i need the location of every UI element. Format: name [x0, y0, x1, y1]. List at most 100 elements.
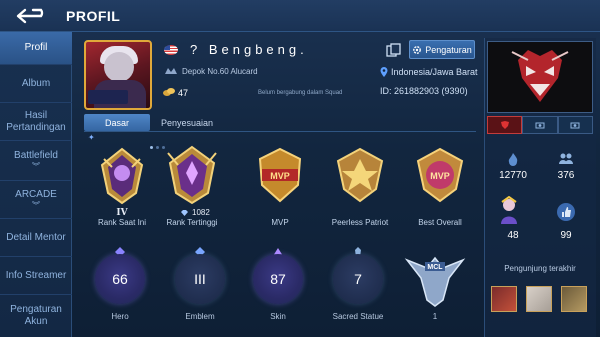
patriot-medal-icon: [336, 147, 384, 203]
sidebar-item-arcade[interactable]: ARCADE ︾: [0, 181, 72, 219]
sidebar-item-label: Hasil Pertandingan: [6, 109, 66, 133]
sidebar-item-profil[interactable]: Profil: [0, 32, 72, 65]
camera-icon: [570, 122, 580, 129]
mcl-wing-icon: MCL: [404, 256, 466, 307]
stat-hero[interactable]: 66: [95, 254, 145, 304]
rank-mini-icon: [165, 68, 177, 74]
like-icon: [557, 203, 575, 221]
hero-stat-value: 48: [507, 230, 519, 241]
emblem-thumbnails: [487, 116, 593, 134]
mythic-glory-icon: [167, 145, 217, 205]
diamond-icon: [181, 209, 188, 216]
sidebar-item-label: Album: [21, 77, 51, 89]
settings-button-label: Pengaturan: [425, 44, 472, 55]
sidebar-item-pengaturan-akun[interactable]: Pengaturan Akun: [0, 295, 72, 337]
medal-label: Rank Saat Ini: [97, 218, 147, 227]
stat-label: Sacred Statue: [332, 312, 384, 321]
rank-tier: IV: [116, 208, 128, 218]
sidebar-item-battlefield[interactable]: Battlefield ︾: [0, 141, 72, 181]
medal-label: Peerless Patriot: [331, 218, 389, 227]
sidebar-item-label: Info Streamer: [5, 269, 67, 281]
stat-value: 87: [270, 271, 286, 287]
medal-label: Best Overall: [418, 218, 462, 227]
sidebar-item-info-streamer[interactable]: Info Streamer: [0, 257, 72, 295]
flag-icon: [164, 45, 178, 55]
sparkle-icon: ✦: [88, 133, 95, 142]
back-button[interactable]: [14, 6, 50, 26]
recent-visitors-title: Pengunjung terakhir: [504, 264, 576, 273]
stat-skin[interactable]: 87: [253, 254, 303, 304]
points-value: 1082: [192, 208, 210, 217]
squad-note: Belum bergabung dalam Squad: [258, 90, 343, 96]
stat-label: Emblem: [185, 312, 215, 321]
mvp-medal-icon: MVP: [258, 147, 302, 203]
region-label: Indonesia/Jawa Barat: [391, 67, 478, 77]
medal-highest-rank[interactable]: [152, 145, 232, 207]
tab-label: Dasar: [104, 117, 129, 128]
camera-icon: [535, 122, 545, 129]
gear-icon: [413, 45, 422, 54]
highest-rank-points: 1082: [180, 208, 210, 217]
popularity-value: 12770: [499, 170, 527, 181]
visitor-avatar[interactable]: [491, 286, 517, 312]
svg-text:MVP: MVP: [270, 171, 290, 181]
chevron-down-icon: ︾: [32, 201, 40, 210]
mask-thumb-icon: [500, 121, 509, 129]
stat-label: Hero: [111, 312, 129, 321]
squad-emblem[interactable]: [487, 41, 593, 113]
medal-label: MVP: [271, 218, 289, 227]
avatar[interactable]: [84, 40, 152, 110]
tab-label: Penyesuaian: [160, 117, 214, 128]
location-pin-icon: [380, 67, 388, 77]
medal-current-rank[interactable]: [82, 145, 162, 207]
rank-location: Depok No.60 Alucard: [182, 67, 258, 76]
settings-button[interactable]: Pengaturan: [409, 40, 475, 59]
friends-icon: [559, 153, 573, 164]
visitor-avatar[interactable]: [526, 286, 552, 312]
medal-label: Rank Tertinggi: [166, 218, 218, 227]
mythic-rank-icon: [100, 147, 144, 205]
svg-text:MCL: MCL: [427, 264, 443, 271]
medal-best-overall[interactable]: MVP: [400, 145, 480, 207]
coin-icon: [163, 88, 175, 96]
page-dots: [150, 136, 170, 149]
samurai-mask-icon: [511, 50, 569, 102]
thumb-3[interactable]: [557, 116, 593, 134]
thumb-1[interactable]: [487, 116, 523, 134]
sidebar-item-hasil-pertandingan[interactable]: Hasil Pertandingan: [0, 103, 72, 141]
tab-dasar[interactable]: Dasar: [84, 114, 150, 131]
sidebar-item-album[interactable]: Album: [0, 65, 72, 103]
best-overall-medal-icon: MVP: [416, 147, 464, 203]
sidebar-item-label: Battlefield: [14, 150, 58, 161]
likes-value: 99: [560, 230, 572, 241]
stat-label: Skin: [270, 312, 286, 321]
thumb-2[interactable]: [522, 116, 558, 134]
stat-sacred-statue[interactable]: 7: [333, 254, 383, 304]
copy-icon[interactable]: [386, 43, 402, 57]
stat-mcl[interactable]: MCL: [403, 248, 467, 310]
page-title: PROFIL: [66, 8, 121, 24]
back-arrow-icon: [16, 8, 44, 24]
stat-value: 66: [112, 271, 128, 287]
flame-icon: [508, 153, 518, 166]
region: Indonesia/Jawa Barat: [380, 67, 478, 77]
medal-peerless-patriot[interactable]: [320, 145, 400, 207]
sidebar-item-label: ARCADE: [15, 189, 57, 200]
sidebar-item-label: Profil: [24, 42, 48, 53]
stat-emblem[interactable]: III: [175, 254, 225, 304]
coin-count: 47: [178, 88, 189, 98]
medal-mvp[interactable]: MVP: [240, 145, 320, 207]
sidebar-item-label: Detail Mentor: [6, 231, 66, 243]
tab-divider: [84, 131, 476, 132]
chevron-down-icon: ︾: [32, 162, 40, 171]
friends-value: 376: [557, 170, 575, 181]
username: ? Bengbeng.: [190, 42, 308, 57]
sidebar-item-detail-mentor[interactable]: Detail Mentor: [0, 219, 72, 257]
avatar-frame-logo: [88, 90, 128, 104]
stat-value: III: [194, 271, 206, 287]
sidebar-item-label: Pengaturan Akun: [10, 304, 62, 327]
visitor-avatar[interactable]: [561, 286, 587, 312]
hero-portrait-icon: [501, 196, 517, 224]
tab-penyesuaian[interactable]: Penyesuaian: [150, 114, 224, 131]
player-id: ID: 261882903 (9390): [380, 86, 468, 96]
